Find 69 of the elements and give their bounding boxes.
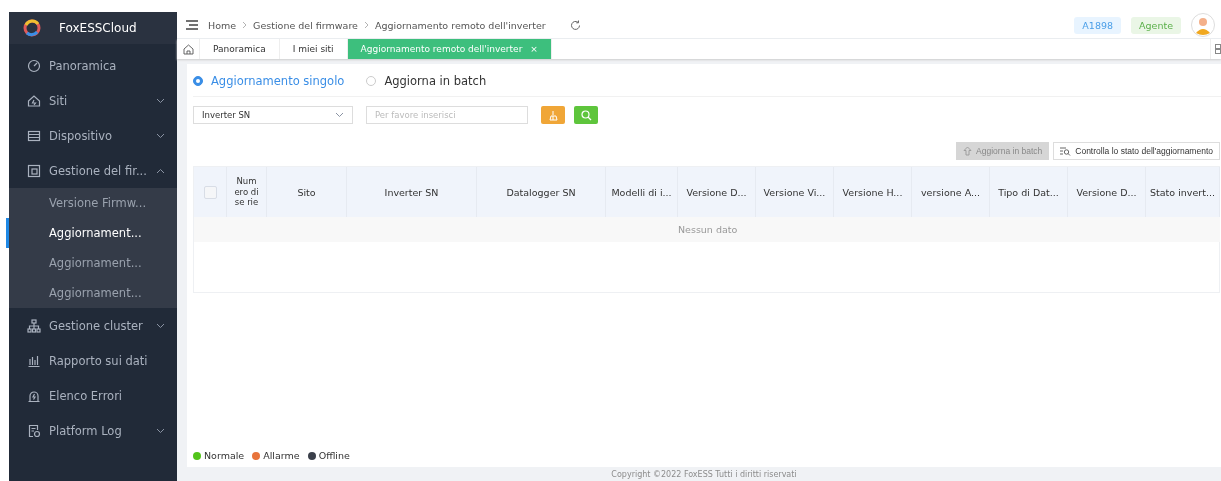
legend-label: Normale <box>204 450 245 461</box>
search-list-icon <box>1060 146 1072 156</box>
chevron-icon <box>335 112 344 118</box>
house-icon <box>27 93 41 108</box>
nav-item[interactable]: Rapporto sui dati <box>9 343 177 378</box>
chip-icon <box>27 163 41 178</box>
column-header: Datalogger SN <box>477 167 606 217</box>
column-header: Versione H... <box>834 167 912 217</box>
alarm-icon <box>27 388 41 403</box>
search-icon <box>580 109 592 121</box>
search-button[interactable] <box>574 106 598 124</box>
nav-item[interactable]: Gestione del fir... <box>9 153 177 188</box>
gauge-icon <box>27 58 41 73</box>
nav-item[interactable]: Platform Log <box>9 413 177 448</box>
broom-icon <box>547 109 559 121</box>
breadcrumb[interactable]: Gestione del firmware <box>253 19 358 31</box>
separator-icon <box>363 21 369 29</box>
search-field[interactable]: Per favore inserisci <box>366 106 528 124</box>
document-icon <box>27 423 41 438</box>
empty-text: Nessun dato <box>678 224 738 235</box>
select-all-checkbox[interactable] <box>203 185 217 199</box>
nav-subitem[interactable]: Aggiornament... <box>6 278 177 308</box>
tab[interactable]: I miei siti <box>279 39 348 59</box>
role-tag: Agente <box>1131 16 1181 34</box>
column-header: Sito <box>267 167 347 217</box>
nav-item[interactable]: Panoramica <box>9 48 177 83</box>
column-header: Tipo di Dat... <box>990 167 1068 217</box>
bar-chart-icon <box>27 353 41 368</box>
column-header: Inverter SN <box>347 167 477 217</box>
hierarchy-icon <box>27 318 41 333</box>
nav-item[interactable]: Gestione cluster <box>9 308 177 343</box>
action-button[interactable]: Controlla lo stato dell'aggiornamento <box>1053 142 1220 160</box>
nav-item[interactable]: Elenco Errori <box>9 378 177 413</box>
chevron-icon <box>156 132 165 139</box>
chevron-icon <box>156 167 165 174</box>
column-header: Stato invert... <box>1146 167 1220 217</box>
legend-label: Offline <box>318 450 350 461</box>
nav-subitem[interactable]: Aggiornament... <box>6 248 177 278</box>
column-header: Versione D... <box>678 167 756 217</box>
chevron-icon <box>156 97 165 104</box>
menu-icon[interactable] <box>186 20 198 30</box>
upload-icon <box>963 146 973 156</box>
column-header: Num ero di se rie <box>227 167 267 217</box>
nav-item[interactable]: Siti <box>9 83 177 118</box>
radio-icon[interactable] <box>193 76 203 86</box>
home-icon[interactable] <box>182 43 194 55</box>
column-header: Modelli di i... <box>606 167 678 217</box>
column-header: versione A... <box>912 167 990 217</box>
chevron-icon <box>156 427 165 434</box>
separator-icon <box>242 21 248 29</box>
breadcrumb[interactable]: Aggiornamento remoto dell'inverter <box>374 19 546 31</box>
breadcrumb[interactable]: Home <box>208 19 237 31</box>
copyright-text: Copyright ©2022 FoxESS Tutti i diritti riservati <box>611 469 797 479</box>
nav-subitem[interactable]: Versione Firmw... <box>6 188 177 218</box>
avatar-icon[interactable] <box>1191 13 1215 37</box>
account-tag: A1898 <box>1074 16 1122 34</box>
nav-item[interactable]: Dispositivo <box>9 118 177 153</box>
column-header: Versione Vi... <box>756 167 834 217</box>
column-header: Versione D... <box>1068 167 1146 217</box>
logo-icon <box>23 19 41 37</box>
legend-label: Allarme <box>263 450 300 461</box>
refresh-icon[interactable] <box>569 19 581 31</box>
tab[interactable]: Panoramica <box>200 39 280 59</box>
clear-button[interactable] <box>541 106 565 124</box>
brand-name: FoxESSCloud <box>59 21 137 35</box>
field-select[interactable]: Inverter SN <box>193 106 353 124</box>
list-icon <box>27 128 41 143</box>
grid-icon[interactable] <box>1215 44 1221 54</box>
chevron-icon <box>156 322 165 329</box>
